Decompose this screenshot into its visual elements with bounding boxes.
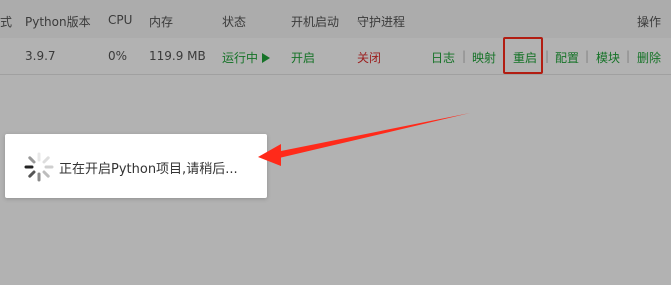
toast-message: 正在开启Python项目,请稍后... (59, 162, 238, 177)
loading-toast: 正在开启Python项目,请稍后... (5, 134, 267, 198)
loading-spinner-icon (24, 152, 54, 182)
